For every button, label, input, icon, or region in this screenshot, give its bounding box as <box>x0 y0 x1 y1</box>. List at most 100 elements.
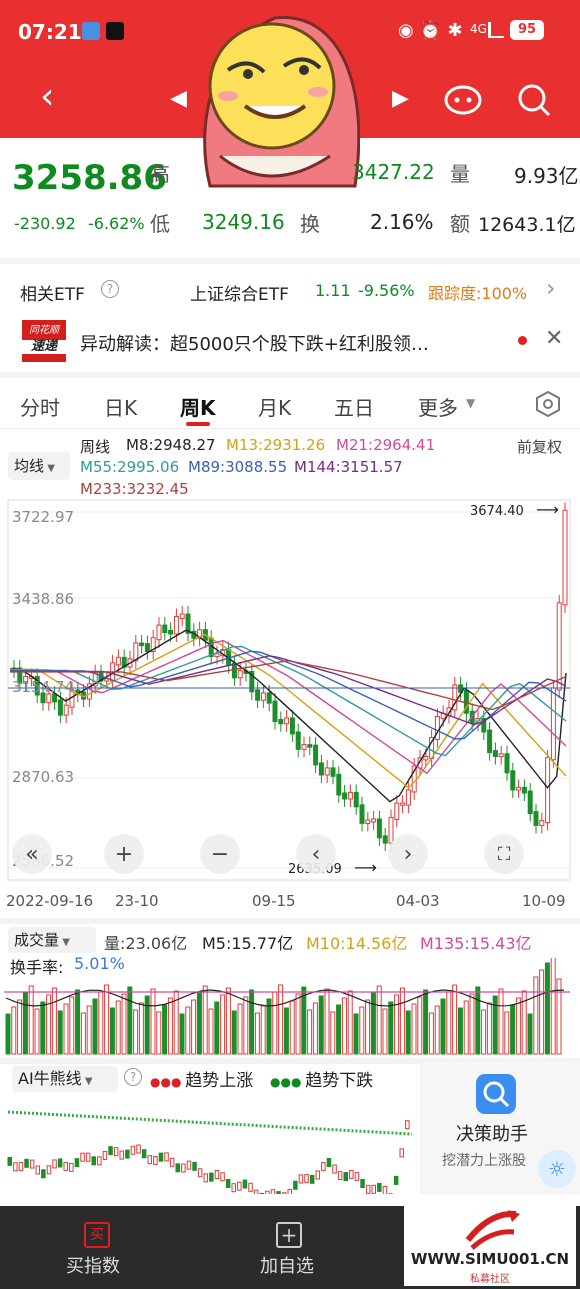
volume-bar <box>544 962 550 1055</box>
green-dots-icon: ●●● <box>270 1075 306 1089</box>
ai-candle <box>91 1156 96 1166</box>
volume-bar <box>162 1004 168 1055</box>
volume-value: 9.93亿 <box>514 164 579 188</box>
candle-body <box>527 790 533 815</box>
prev-stock-icon[interactable]: ◀ <box>170 86 187 111</box>
max-arrow-icon: ⟶ <box>536 500 559 519</box>
ai-candle <box>253 1189 259 1194</box>
tab-five-day[interactable]: 五日 <box>334 392 374 421</box>
tab-weekly[interactable]: 周K <box>180 392 216 421</box>
ai-selector-label: AI牛熊线 <box>18 1069 82 1088</box>
tab-monthly[interactable]: 月K <box>258 392 291 421</box>
low-value: 3249.16 <box>202 210 285 234</box>
volume-bar <box>208 1008 214 1055</box>
volume-bar <box>336 1004 342 1055</box>
help-icon[interactable]: ? <box>101 280 119 298</box>
candle-body <box>318 762 324 776</box>
ai-candle <box>393 1175 399 1185</box>
volume-bar <box>5 1013 11 1055</box>
price-change-pct: -6.62% <box>88 214 145 233</box>
active-tab-indicator <box>186 422 210 426</box>
min-arrow-icon: ⟶ <box>354 858 377 877</box>
zoom-out-range-button[interactable]: « <box>12 834 52 874</box>
volume-bar <box>260 1005 266 1055</box>
candle-body <box>376 818 382 839</box>
ai-candle <box>354 1171 360 1181</box>
zoom-out-button[interactable]: − <box>200 834 240 874</box>
assistant-subtitle: 挖潜力上涨股 <box>442 1153 526 1169</box>
fullscreen-button[interactable]: ⛶ <box>484 834 524 874</box>
watermark: WWW.SIMU001.CN 私募社区 <box>404 1206 576 1286</box>
period-label: 周线 <box>80 438 111 456</box>
ai-candle <box>287 1188 292 1194</box>
candle-body <box>313 744 319 766</box>
candle-body <box>434 715 440 741</box>
ai-candle <box>231 1183 236 1193</box>
tab-more[interactable]: 更多 <box>418 392 458 421</box>
ai-candle <box>343 1172 348 1182</box>
candle-body <box>330 767 336 777</box>
ai-candle <box>18 1162 24 1172</box>
settings-icon[interactable] <box>534 390 562 418</box>
volume-m10: M10:14.56亿 <box>306 934 408 953</box>
signal-icon <box>488 22 504 38</box>
news-row[interactable]: 同花顺 速递 异动解读：超5000只个股下跌+红利股领… ✕ <box>0 316 580 368</box>
ai-candle <box>298 1174 304 1184</box>
volume-bar <box>440 998 446 1055</box>
high-value: 3427.22 <box>352 160 435 184</box>
etf-row[interactable]: 相关ETF ? 上证综合ETF 1.11 -9.56% 跟踪度:100% › <box>0 268 580 312</box>
kline-chart[interactable] <box>0 498 580 888</box>
ai-bull-bear-chart[interactable] <box>0 1090 420 1194</box>
volume-bar <box>417 996 423 1055</box>
ai-candle <box>24 1158 29 1168</box>
ai-candle <box>46 1165 52 1175</box>
volume-bar <box>434 1005 440 1055</box>
zoom-in-button[interactable]: + <box>104 834 144 874</box>
candle-body <box>492 750 498 758</box>
candle-body <box>533 811 539 826</box>
tab-minute[interactable]: 分时 <box>20 392 60 421</box>
community-icon[interactable] <box>443 82 483 116</box>
buy-index-button[interactable]: 买指数 <box>66 1252 120 1278</box>
add-watchlist-button[interactable]: 加自选 <box>260 1252 314 1278</box>
volume-selector[interactable]: 成交量 ▼ <box>8 927 96 953</box>
search-icon[interactable] <box>516 82 552 118</box>
back-icon[interactable]: ‹ <box>40 76 54 117</box>
news-logo-top: 同花顺 <box>29 325 59 336</box>
legend-trend-down: ●●● 趋势下跌 <box>270 1066 373 1091</box>
volume-bar <box>376 985 382 1055</box>
watermark-logo-icon <box>465 1210 520 1250</box>
volume-bar <box>347 990 353 1055</box>
scroll-right-button[interactable]: › <box>388 834 428 874</box>
decision-assistant-card[interactable]: 决策助手 挖潜力上涨股 ☼ <box>420 1062 580 1194</box>
fullscreen-icon: ⛶ <box>497 843 511 865</box>
scroll-left-button[interactable]: ‹ <box>296 834 336 874</box>
ma-legend-item: M13:2931.26 <box>226 436 326 454</box>
volume-bar <box>254 1012 260 1055</box>
close-icon[interactable]: ✕ <box>545 326 563 351</box>
volume-bar <box>196 992 202 1055</box>
candle-body <box>173 615 179 635</box>
indicator-selector[interactable]: 均线 ▼ <box>8 452 70 480</box>
volume-chart[interactable] <box>0 958 580 1056</box>
volume-bar <box>69 996 75 1055</box>
next-stock-icon[interactable]: ▶ <box>392 86 409 111</box>
candle-body <box>179 613 185 619</box>
volume-bar <box>202 985 208 1055</box>
volume-bar <box>121 993 127 1055</box>
ai-candle <box>52 1159 57 1169</box>
help-icon[interactable]: ? <box>124 1068 142 1086</box>
ai-candle <box>197 1168 203 1178</box>
ai-indicator-selector[interactable]: AI牛熊线 ▼ <box>12 1066 118 1092</box>
double-left-icon: « <box>25 841 39 867</box>
chevron-down-icon: ▼ <box>466 396 476 410</box>
ai-candle <box>259 1192 264 1194</box>
lightbulb-icon[interactable]: ☼ <box>538 1150 576 1188</box>
tab-daily[interactable]: 日K <box>104 392 137 421</box>
volume-bar <box>185 1006 191 1055</box>
volume-bar <box>63 1003 69 1055</box>
candle-body <box>168 629 174 635</box>
axis-low: 2870.63 <box>12 768 75 786</box>
ai-candle <box>80 1152 85 1162</box>
ai-candle <box>248 1182 253 1192</box>
